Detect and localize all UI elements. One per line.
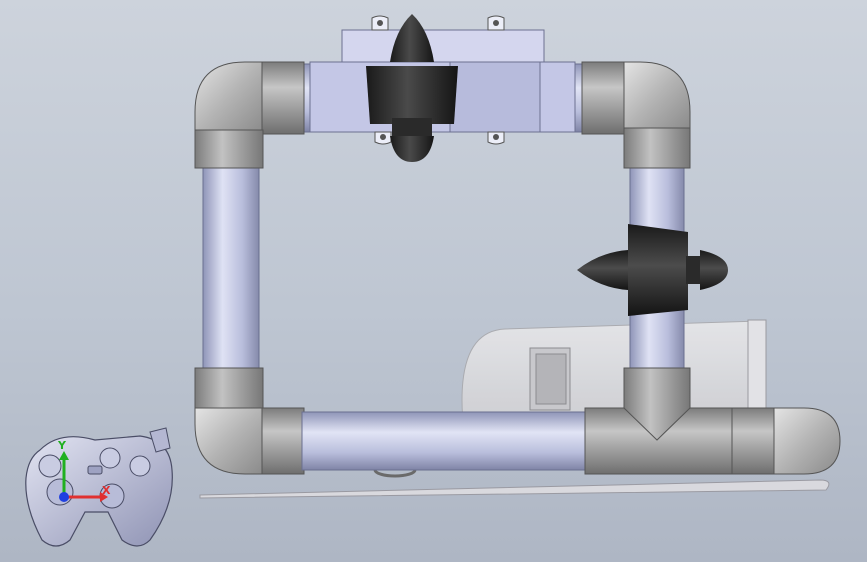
left-vertical-pipe (202, 165, 260, 372)
top-right-coupler (581, 61, 625, 135)
vehicle-model[interactable] (0, 0, 867, 562)
z-axis-dot (59, 492, 69, 502)
y-axis-label: Y (58, 439, 66, 452)
top-left-coupler (261, 61, 305, 135)
bottom-left-elbow (194, 367, 305, 475)
top-right-elbow (623, 61, 691, 169)
side-thruster (577, 224, 728, 316)
cad-viewport[interactable]: X Y (0, 0, 867, 562)
top-left-elbow (194, 61, 264, 169)
view-triad-controller[interactable] (25, 427, 173, 547)
x-axis-label: X (102, 484, 111, 497)
bottom-pipe (301, 411, 588, 471)
